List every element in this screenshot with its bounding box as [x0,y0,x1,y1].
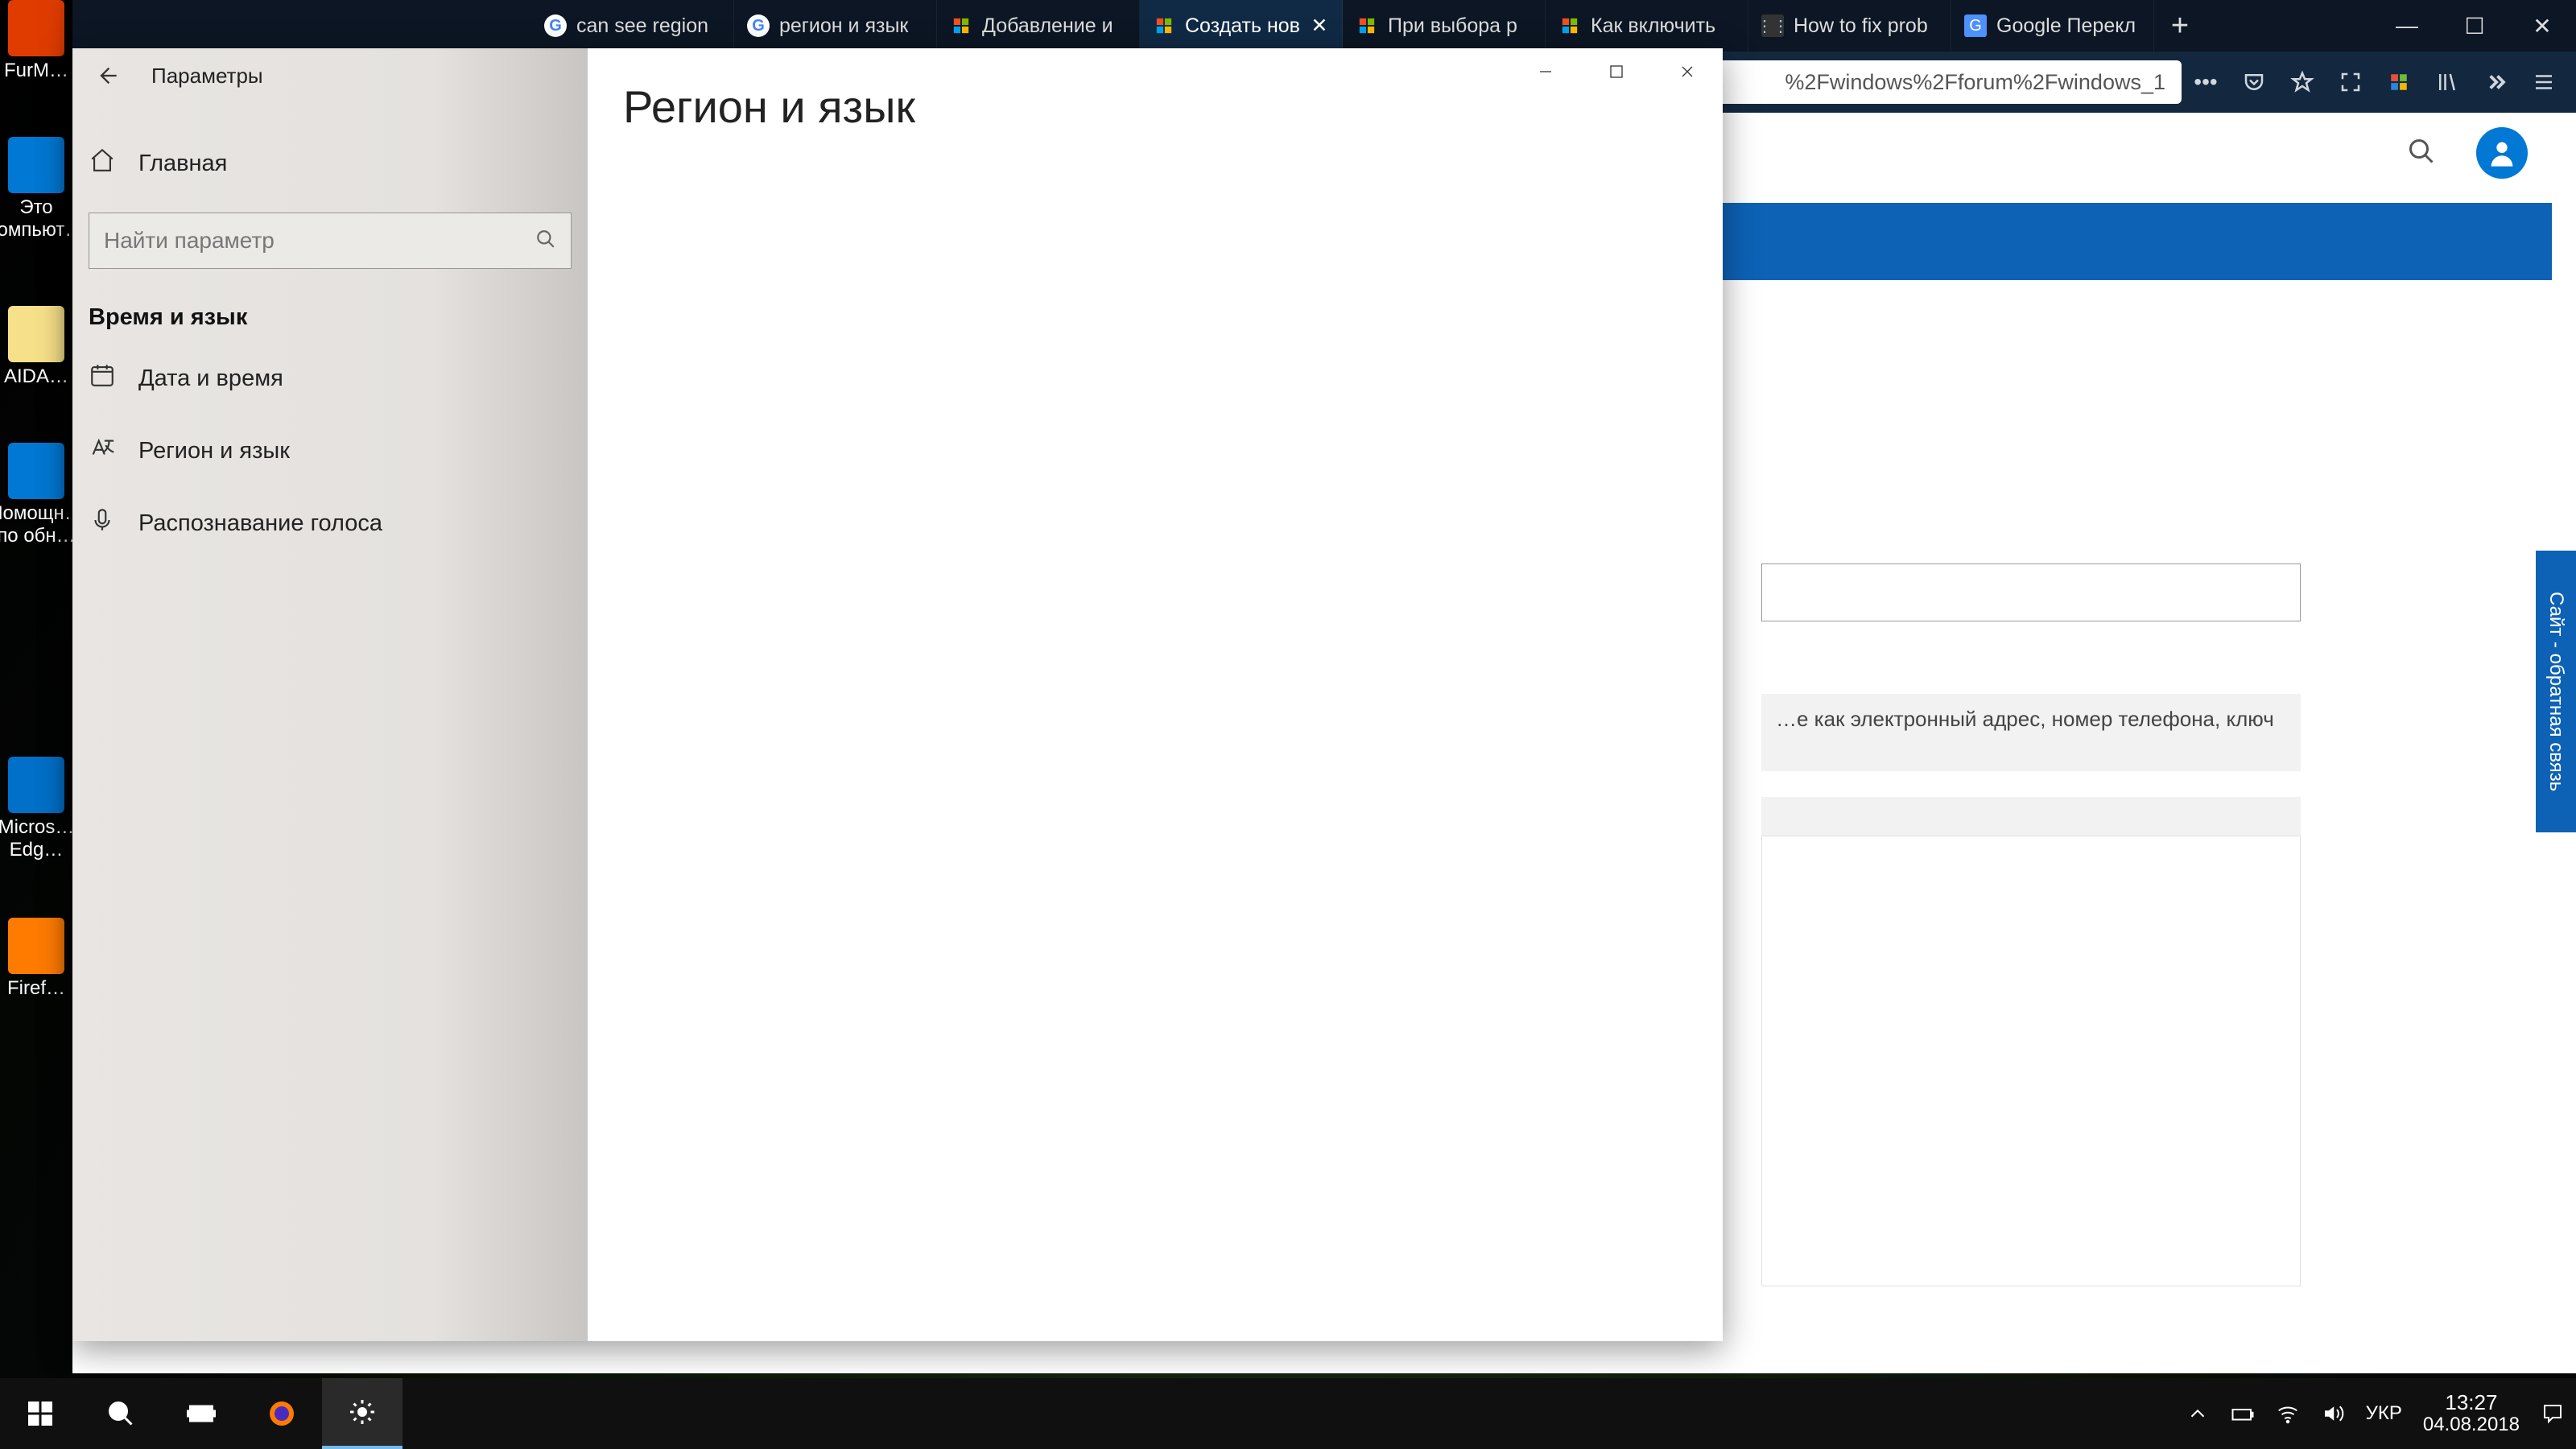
settings-sidebar-item[interactable]: Регион и язык [72,415,588,487]
settings-titlebar: Параметры [72,48,588,103]
taskbar-search-button[interactable] [80,1378,161,1449]
tray-battery-icon[interactable] [2231,1402,2255,1426]
taskbar-app-firefox[interactable] [242,1378,322,1449]
sidebar-item-label: Распознавание голоса [138,510,382,537]
sidebar-item-label: Главная [138,151,227,177]
firefox-fullscreen-icon[interactable] [2326,58,2375,106]
settings-window-controls [1510,48,1723,95]
firefox-more-icon[interactable]: ••• [2182,58,2230,106]
desktop-background: FurM…Это компьют…AIDA…Помощн… по обн…Mic… [0,0,2576,1449]
firefox-tab-label: Google Перекл [1996,14,2136,38]
taskbar-app-settings[interactable] [322,1378,402,1449]
sidebar-item-label: Дата и время [138,365,283,392]
firefox-bookmark-star-icon[interactable] [2278,58,2326,106]
firefox-tab-label: регион и язык [779,14,908,38]
site-info-box: …е как электронный адрес, номер телефона… [1761,694,2301,771]
settings-sidebar: Параметры Главная Время и язык Дата и вр… [72,48,588,1341]
site-account-avatar[interactable] [2476,127,2528,179]
firefox-library-icon[interactable] [2423,58,2471,106]
firefox-maximize-button[interactable]: ☐ [2441,0,2508,52]
task-view-button[interactable] [161,1378,242,1449]
start-button[interactable] [0,1378,80,1449]
settings-search-input[interactable] [104,228,535,254]
taskbar: УКР 13:27 04.08.2018 [0,1378,2576,1449]
mic-icon [89,506,116,540]
site-search-icon[interactable] [2407,137,2436,170]
firefox-tab-label: can see region [576,14,708,38]
firefox-container-icon[interactable] [2375,58,2423,106]
firefox-tab-label: При выбора р [1388,14,1517,38]
settings-group-label: Время и язык [72,293,588,342]
settings-maximize-button[interactable] [1581,48,1652,95]
firefox-tab[interactable]: Создать нов ✕ [1140,0,1343,52]
firefox-tab[interactable]: Gcan see region [531,0,734,52]
clock-icon [89,361,116,395]
settings-back-button[interactable] [87,56,127,96]
site-text-input[interactable] [1761,564,2301,621]
settings-window: Параметры Главная Время и язык Дата и вр… [72,48,1723,1341]
taskbar-clock[interactable]: 13:27 04.08.2018 [2423,1391,2520,1436]
firefox-window-controls: — ☐ ✕ [2373,0,2576,52]
tray-language-indicator[interactable]: УКР [2366,1402,2402,1425]
firefox-minimize-button[interactable]: — [2373,0,2441,52]
firefox-tab[interactable]: Добавление и [937,0,1140,52]
settings-close-button[interactable] [1652,48,1723,95]
action-center-button[interactable] [2541,1402,2565,1426]
tray-wifi-icon[interactable] [2276,1402,2300,1426]
firefox-tab-strip: Gcan see regionGрегион и язык Добавление … [72,0,2576,52]
system-tray: УКР 13:27 04.08.2018 [2174,1378,2576,1449]
firefox-new-tab-button[interactable]: + [2154,0,2206,52]
settings-home-item[interactable]: Главная [72,127,588,200]
firefox-tab-label: Как включить [1591,14,1715,38]
site-info-box-2 [1761,797,2301,836]
firefox-menu-icon[interactable] [2520,58,2568,106]
firefox-close-button[interactable]: ✕ [2508,0,2576,52]
search-icon [535,229,556,254]
firefox-tab-label: How to fix prob [1794,14,1928,38]
home-icon [89,147,116,180]
site-textarea[interactable] [1761,836,2301,1286]
firefox-pocket-icon[interactable] [2230,58,2278,106]
firefox-tab[interactable]: Как включить [1546,0,1748,52]
tray-chevron-up-icon[interactable] [2186,1402,2210,1426]
settings-main-pane: Регион и язык [588,48,1723,1341]
lang-icon [89,434,116,468]
tab-close-icon[interactable]: ✕ [1310,14,1329,37]
site-feedback-tab[interactable]: Сайт - обратная связь [2536,551,2576,832]
settings-sidebar-item[interactable]: Дата и время [72,342,588,415]
firefox-tab[interactable]: При выбора р [1343,0,1546,52]
settings-app-title: Параметры [151,64,263,89]
firefox-tab-label: Создать нов [1185,14,1300,38]
settings-search-box[interactable] [89,213,572,269]
firefox-tab[interactable]: GGoogle Перекл [1951,0,2154,52]
sidebar-item-label: Регион и язык [138,438,290,464]
settings-minimize-button[interactable] [1510,48,1581,95]
firefox-tab[interactable]: ⋮⋮How to fix prob [1748,0,1951,52]
firefox-tab-label: Добавление и [982,14,1113,38]
settings-sidebar-item[interactable]: Распознавание голоса [72,487,588,559]
firefox-overflow-icon[interactable] [2471,58,2520,106]
firefox-url-text: %2Fwindows%2Fforum%2Fwindows_1 [1785,70,2165,95]
firefox-tab[interactable]: Gрегион и язык [734,0,937,52]
tray-volume-icon[interactable] [2321,1402,2345,1426]
